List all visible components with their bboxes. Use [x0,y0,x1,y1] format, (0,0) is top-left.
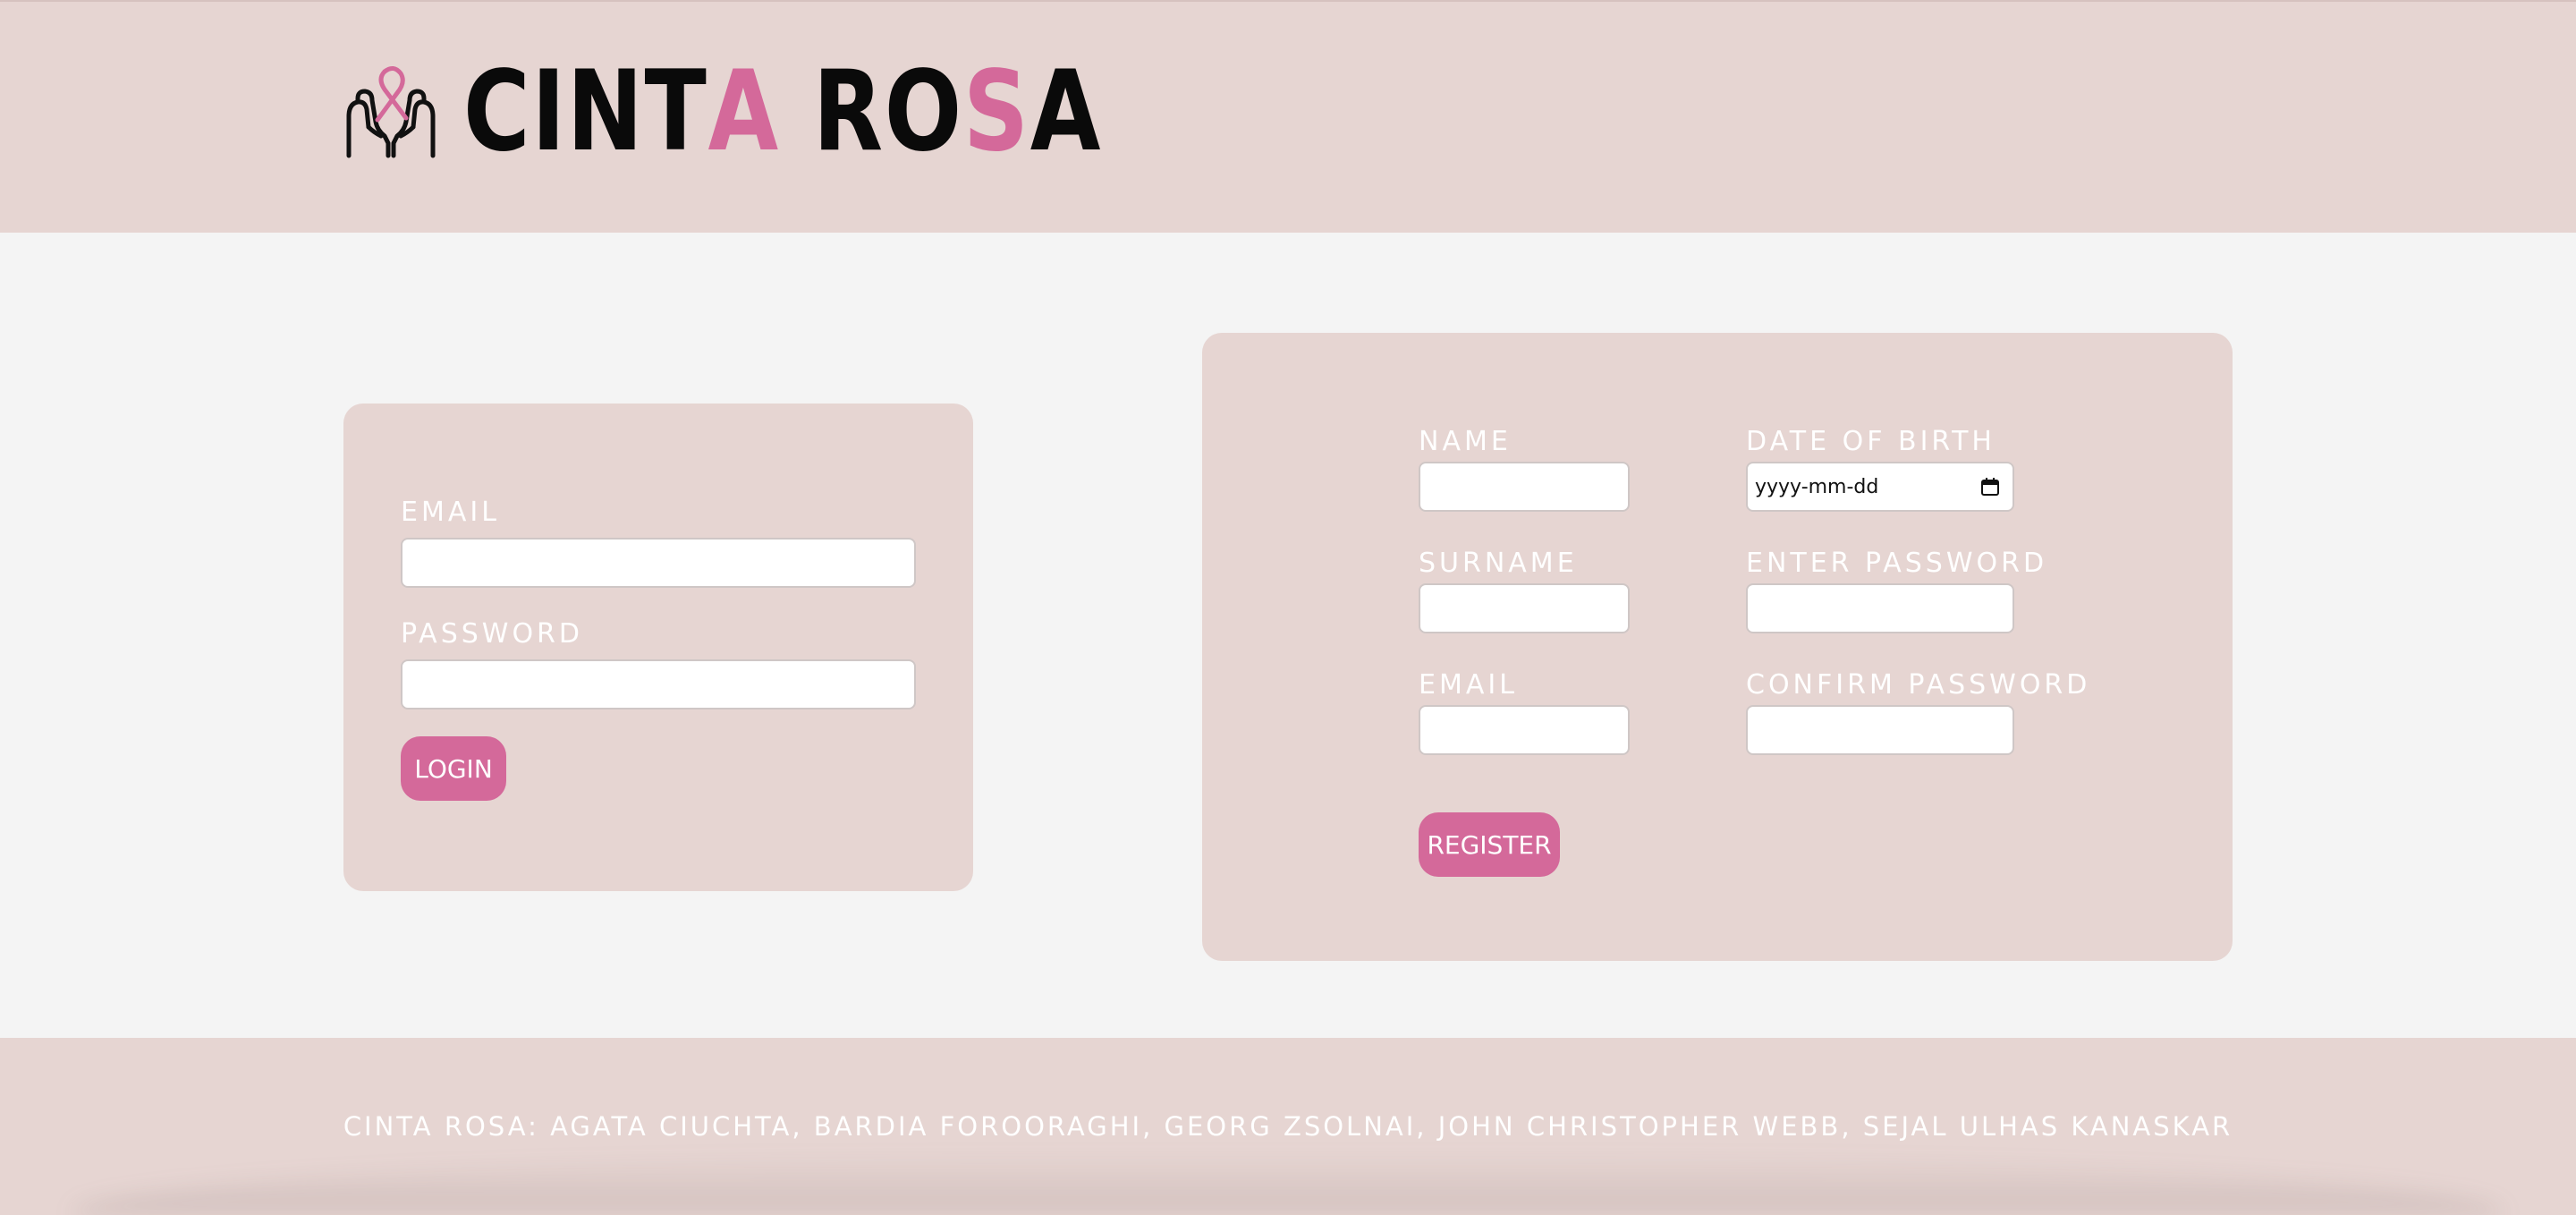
login-password-label: PASSWORD [401,618,584,650]
login-email-label: EMAIL [401,497,500,528]
register-dob-label: DATE OF BIRTH [1746,426,1996,457]
brand-part-accent: S [962,47,1030,176]
footer-shadow [72,1152,2504,1215]
register-email-label: EMAIL [1419,669,1518,701]
dob-placeholder: yyyy-mm-dd [1755,475,1879,498]
main-content: EMAIL PASSWORD LOGIN NAME SURNAME EMAIL … [0,233,2576,1038]
register-name-input[interactable] [1419,462,1630,512]
brand-part: CINT [463,47,708,176]
login-email-input[interactable] [401,538,916,588]
brand-part: RO [779,47,963,176]
register-email-input[interactable] [1419,705,1630,755]
register-form: NAME SURNAME EMAIL DATE OF BIRTH yyyy-mm… [1202,333,2233,961]
register-password-input[interactable] [1746,583,2014,633]
register-surname-label: SURNAME [1419,548,1578,579]
brand-wordmark: CINT A RO S A [463,56,1102,167]
register-confirm-input[interactable] [1746,705,2014,755]
login-button[interactable]: LOGIN [401,736,506,801]
register-password-label: ENTER PASSWORD [1746,548,2048,579]
calendar-icon[interactable] [1980,477,2000,497]
site-header: CINT A RO S A [0,0,2576,233]
login-password-input[interactable] [401,659,916,709]
register-dob-input[interactable]: yyyy-mm-dd [1746,462,2014,512]
site-footer: CINTA ROSA: AGATA CIUCHTA, BARDIA FOROOR… [0,1038,2576,1215]
register-surname-input[interactable] [1419,583,1630,633]
brand-part-accent: A [708,47,780,176]
login-form: EMAIL PASSWORD LOGIN [343,404,973,891]
brand-logo[interactable]: CINT A RO S A [342,56,1242,167]
register-confirm-label: CONFIRM PASSWORD [1746,669,2091,701]
hands-ribbon-icon [346,66,436,158]
register-button[interactable]: REGISTER [1419,812,1560,877]
footer-credits: CINTA ROSA: AGATA CIUCHTA, BARDIA FOROOR… [343,1111,2233,1142]
brand-part: A [1030,47,1103,176]
register-name-label: NAME [1419,426,1512,457]
